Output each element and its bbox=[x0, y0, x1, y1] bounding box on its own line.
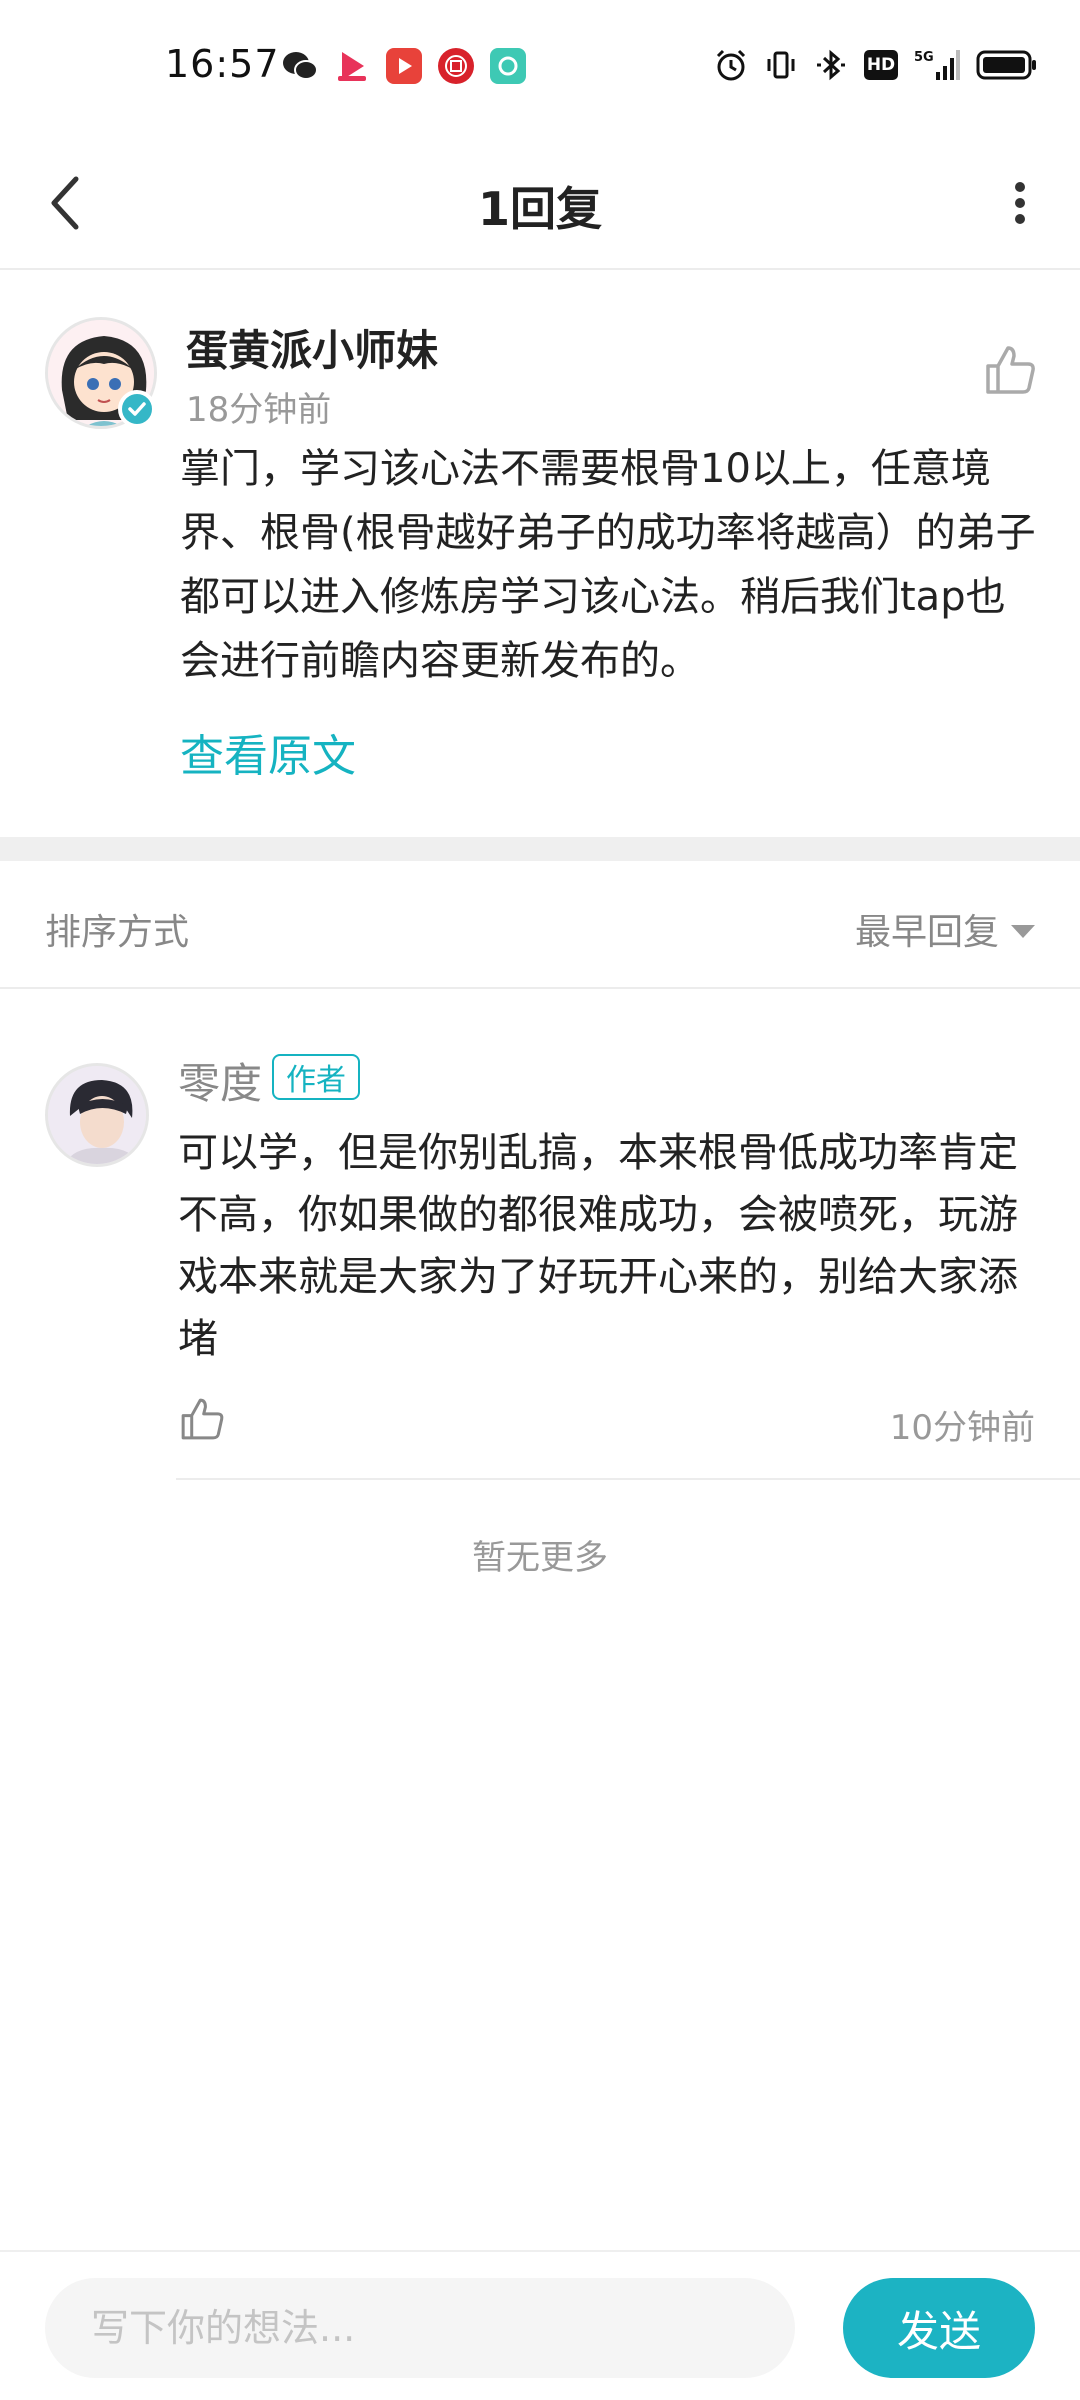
divider bbox=[176, 1478, 1080, 1480]
thumbs-up-icon bbox=[181, 1398, 224, 1440]
top-nav-bar: 1回复 bbox=[0, 135, 1080, 270]
system-icons: HD 5G bbox=[714, 48, 1038, 82]
reply-like-button[interactable] bbox=[178, 1395, 226, 1443]
hd-icon: HD bbox=[864, 50, 898, 80]
reply-content: 可以学，但是你别乱搞，本来根骨低成功率肯定不高，你如果做的都很难成功，会被喷死，… bbox=[178, 1130, 1018, 1362]
more-vertical-icon bbox=[1015, 182, 1025, 224]
no-more-label: 暂无更多 bbox=[472, 1538, 608, 1578]
avatar[interactable] bbox=[45, 1063, 149, 1167]
video-app-icon bbox=[334, 48, 370, 84]
play-app-icon bbox=[386, 48, 422, 84]
sort-selected-value: 最早回复 bbox=[854, 912, 999, 953]
sort-dropdown[interactable]: 最早回复 bbox=[855, 903, 1035, 955]
author-badge: 作者 bbox=[272, 1054, 360, 1100]
caret-down-icon bbox=[1011, 924, 1035, 938]
post-like-button[interactable] bbox=[982, 342, 1038, 398]
vibrate-icon bbox=[767, 51, 795, 79]
wechat-icon bbox=[282, 48, 318, 84]
section-divider bbox=[0, 837, 1080, 861]
sort-bar: 排序方式 最早回复 bbox=[0, 861, 1080, 989]
post-author-name[interactable]: 蛋黄派小师妹 bbox=[186, 317, 438, 378]
page-title: 1回复 bbox=[477, 182, 602, 236]
reply-item: 零度 作者 可以学，但是你别乱搞，本来根骨低成功率肯定不高，你如果做的都很难成功… bbox=[0, 990, 1080, 1480]
sort-label: 排序方式 bbox=[45, 912, 190, 953]
post-timestamp: 18分钟前 bbox=[186, 390, 332, 430]
svg-text:5G: 5G bbox=[914, 50, 934, 65]
more-options-button[interactable] bbox=[990, 163, 1050, 243]
reply-timestamp: 10分钟前 bbox=[889, 1408, 1035, 1448]
comment-composer: 发送 bbox=[0, 2250, 1080, 2400]
send-button[interactable]: 发送 bbox=[843, 2278, 1035, 2378]
thumbs-up-icon bbox=[986, 346, 1035, 394]
chat-app-icon bbox=[490, 48, 526, 84]
post-content: 掌门，学习该心法不需要根骨10以上，任意境界、根骨(根骨越好弟子的成功率将越高）… bbox=[180, 446, 1036, 684]
bluetooth-icon bbox=[817, 49, 845, 81]
alarm-icon bbox=[716, 49, 746, 81]
view-original-link[interactable]: 查看原文 bbox=[180, 720, 356, 784]
5g-signal-icon: 5G bbox=[914, 50, 960, 80]
battery-icon bbox=[976, 50, 1036, 80]
status-time: 16:57 bbox=[165, 42, 280, 86]
status-bar: 16:57 HD 5G bbox=[0, 0, 1080, 135]
comment-input[interactable] bbox=[45, 2278, 795, 2378]
original-comment: 蛋黄派小师妹 18分钟前 掌门，学习该心法不需要根骨10以上，任意境界、根骨(根… bbox=[0, 272, 1080, 837]
reply-author-name[interactable]: 零度 bbox=[178, 1050, 262, 1111]
notification-icons bbox=[282, 48, 526, 84]
verified-badge-icon bbox=[118, 390, 156, 428]
bank-app-icon bbox=[438, 48, 474, 84]
